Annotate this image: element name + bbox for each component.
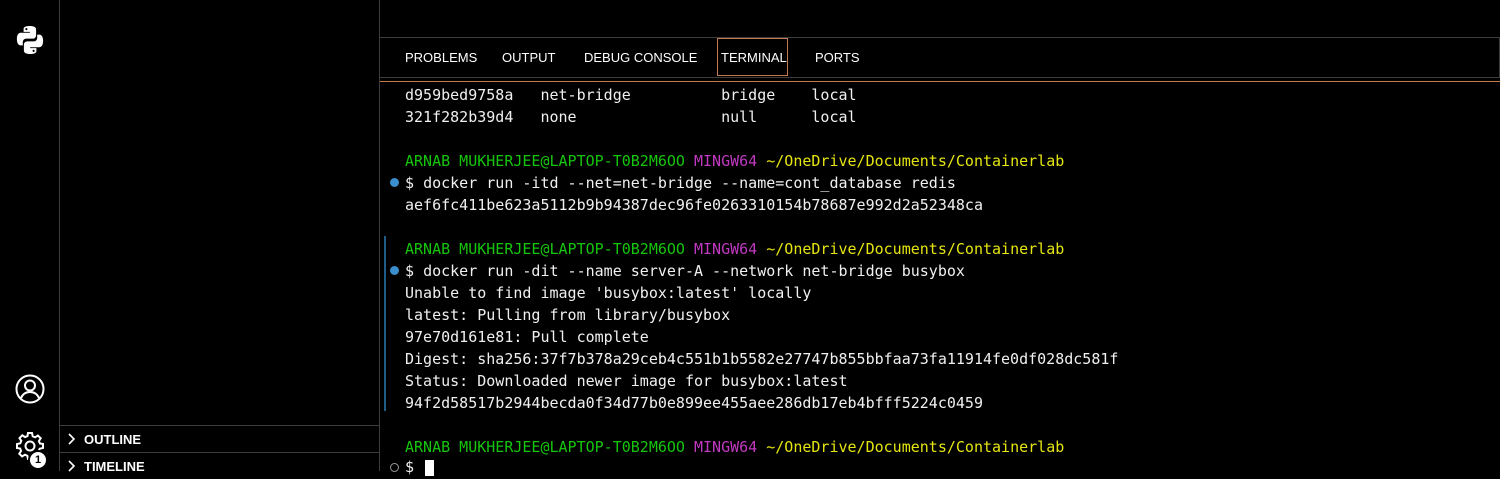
output-line: aef6fc411be623a5112b9b94387dec96fe026331… [405,196,983,214]
prompt-line: ARNAB MUKHERJEE@LAPTOP-T0B2M6OO MINGW64 … [405,152,1065,170]
network-row: d959bed9758a net-bridge bridge local [405,86,857,104]
output-line: 94f2d58517b2944becda0f34d77b0e899ee455ae… [405,394,983,412]
timeline-section-header[interactable]: TIMELINE [60,452,379,479]
account-icon[interactable] [12,371,48,407]
python-icon[interactable] [12,22,48,58]
settings-badge: 1 [28,450,48,470]
output-line: latest: Pulling from library/busybox [405,306,731,324]
panel-tab-bar: PROBLEMS OUTPUT DEBUG CONSOLE TERMINAL P… [380,38,1500,78]
sidebar: OUTLINE TIMELINE [60,0,380,474]
prompt-line: ARNAB MUKHERJEE@LAPTOP-T0B2M6OO MINGW64 … [405,240,1065,258]
command-success-decoration[interactable] [390,266,399,275]
tab-ports[interactable]: PORTS [815,38,860,76]
tab-debug-console[interactable]: DEBUG CONSOLE [584,38,697,76]
terminal[interactable]: d959bed9758a net-bridge bridge local 321… [380,82,1500,476]
activity-bar: 1 [0,0,60,471]
output-line: 97e70d161e81: Pull complete [405,328,649,346]
outline-label: OUTLINE [84,431,142,447]
active-command-line[interactable]: $ [405,456,435,478]
output-line: Digest: sha256:37f7b378a29ceb4c551b1b558… [405,350,1119,368]
tab-terminal[interactable]: TERMINAL [717,38,788,76]
terminal-cursor [425,459,435,476]
editor-area [380,0,1500,38]
timeline-label: TIMELINE [84,458,145,474]
tab-output[interactable]: OUTPUT [502,38,555,76]
output-line: Status: Downloaded newer image for busyb… [405,372,848,390]
tab-problems[interactable]: PROBLEMS [405,38,477,76]
command-line: $ docker run -dit --name server-A --netw… [405,262,965,280]
chevron-right-icon [60,433,84,445]
chevron-right-icon [60,460,84,472]
command-success-decoration[interactable] [390,178,399,187]
command-block-guide [384,236,386,411]
network-row: 321f282b39d4 none null local [405,108,857,126]
prompt-line: ARNAB MUKHERJEE@LAPTOP-T0B2M6OO MINGW64 … [405,438,1065,456]
outline-section-header[interactable]: OUTLINE [60,425,379,452]
command-line: $ docker run -itd --net=net-bridge --nam… [405,174,956,192]
output-line: Unable to find image 'busybox:latest' lo… [405,284,812,302]
